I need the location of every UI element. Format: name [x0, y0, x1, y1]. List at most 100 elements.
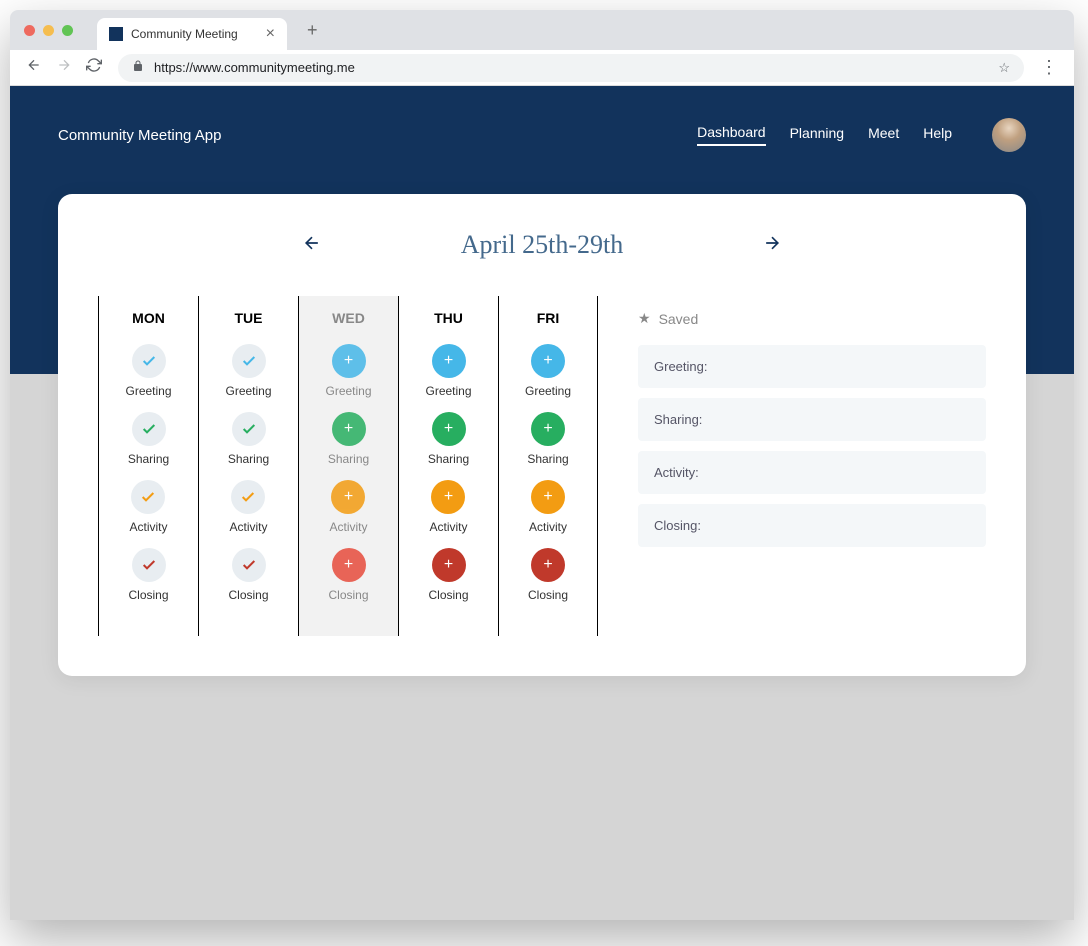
add-icon[interactable]: + — [331, 480, 365, 514]
browser-window: Community Meeting × + https://www.commun… — [10, 10, 1074, 920]
day-column-tue: TUEGreetingSharingActivityClosing — [198, 296, 298, 636]
check-icon[interactable] — [232, 412, 266, 446]
slot-greeting: + Greeting — [525, 344, 571, 398]
slot-greeting: Greeting — [225, 344, 271, 398]
nav-item-meet[interactable]: Meet — [868, 125, 899, 145]
add-icon[interactable]: + — [431, 480, 465, 514]
favicon-icon — [109, 27, 123, 41]
slot-greeting: + Greeting — [425, 344, 471, 398]
slot-label: Sharing — [527, 452, 568, 466]
slot-label: Sharing — [428, 452, 469, 466]
slot-activity: + Activity — [529, 480, 567, 534]
check-icon[interactable] — [131, 480, 165, 514]
slot-sharing: Sharing — [128, 412, 169, 466]
slot-label: Activity — [129, 520, 167, 534]
nav-item-planning[interactable]: Planning — [790, 125, 845, 145]
check-icon[interactable] — [231, 480, 265, 514]
browser-menu-icon[interactable]: ⋮ — [1040, 57, 1058, 78]
prev-week-icon[interactable] — [302, 233, 322, 258]
tab-title: Community Meeting — [131, 27, 238, 41]
add-icon[interactable]: + — [531, 548, 565, 582]
add-icon[interactable]: + — [432, 412, 466, 446]
slot-greeting: Greeting — [125, 344, 171, 398]
nav-item-help[interactable]: Help — [923, 125, 952, 145]
add-icon[interactable]: + — [531, 412, 565, 446]
check-icon[interactable] — [232, 548, 266, 582]
day-column-wed: WED+Greeting+Sharing+Activity+Closing — [298, 296, 398, 636]
slot-label: Closing — [128, 588, 168, 602]
app-title: Community Meeting App — [58, 127, 221, 144]
forward-icon[interactable] — [56, 57, 72, 78]
browser-toolbar: https://www.communitymeeting.me ☆ ⋮ — [10, 50, 1074, 86]
add-icon[interactable]: + — [332, 548, 366, 582]
day-column-fri: FRI + Greeting + Sharing + Activity + Closing — [498, 296, 598, 636]
saved-item[interactable]: Activity: — [638, 451, 986, 494]
check-icon[interactable] — [132, 548, 166, 582]
day-column-thu: THU + Greeting + Sharing + Activity + Closing — [398, 296, 498, 636]
slot-sharing: Sharing — [228, 412, 269, 466]
saved-header: ★ Saved — [638, 310, 986, 327]
app-header: Community Meeting App Dashboard Planning M… — [58, 118, 1026, 152]
app-content: Community Meeting App Dashboard Planning M… — [10, 86, 1074, 920]
slot-activity: + Activity — [429, 480, 467, 534]
slot-label: Activity — [229, 520, 267, 534]
check-icon[interactable] — [132, 412, 166, 446]
back-icon[interactable] — [26, 57, 42, 78]
slot-label: Closing — [528, 588, 568, 602]
nav-item-dashboard[interactable]: Dashboard — [697, 124, 766, 146]
day-label: FRI — [537, 310, 560, 326]
slot-label: Closing — [328, 588, 368, 602]
week-card: April 25th-29th MON Greeting Sharing Activi… — [58, 194, 1026, 676]
slot-closing: Closing — [228, 548, 268, 602]
browser-tabstrip: Community Meeting × + — [10, 10, 1074, 50]
url-text: https://www.communitymeeting.me — [154, 60, 988, 75]
maximize-window-icon[interactable] — [62, 25, 73, 36]
slot-closing: + Closing — [328, 548, 368, 602]
slot-closing: + Closing — [428, 548, 468, 602]
next-week-icon[interactable] — [762, 233, 782, 258]
window-controls — [24, 25, 73, 36]
day-label: THU — [434, 310, 463, 326]
slot-activity: Activity — [229, 480, 267, 534]
day-label: MON — [132, 310, 165, 326]
add-icon[interactable]: + — [432, 548, 466, 582]
slot-closing: + Closing — [528, 548, 568, 602]
slot-activity: + Activity — [329, 480, 367, 534]
new-tab-icon[interactable]: + — [307, 20, 318, 41]
bookmark-star-icon[interactable]: ☆ — [998, 60, 1010, 76]
saved-panel: ★ Saved Greeting: Sharing: Activity: Closin… — [638, 296, 986, 636]
close-tab-icon[interactable]: × — [266, 25, 275, 43]
add-icon[interactable]: + — [432, 344, 466, 378]
minimize-window-icon[interactable] — [43, 25, 54, 36]
add-icon[interactable]: + — [332, 412, 366, 446]
close-window-icon[interactable] — [24, 25, 35, 36]
browser-tab[interactable]: Community Meeting × — [97, 18, 287, 50]
slot-label: Activity — [429, 520, 467, 534]
saved-item[interactable]: Greeting: — [638, 345, 986, 388]
slot-greeting: + Greeting — [325, 344, 371, 398]
add-icon[interactable]: + — [531, 344, 565, 378]
check-icon[interactable] — [132, 344, 166, 378]
reload-icon[interactable] — [86, 57, 102, 78]
slot-label: Greeting — [425, 384, 471, 398]
slot-label: Sharing — [128, 452, 169, 466]
slot-label: Greeting — [225, 384, 271, 398]
slot-label: Greeting — [525, 384, 571, 398]
address-bar[interactable]: https://www.communitymeeting.me ☆ — [118, 54, 1024, 82]
slot-activity: Activity — [129, 480, 167, 534]
slot-label: Greeting — [325, 384, 371, 398]
saved-label: Saved — [659, 311, 699, 327]
slot-label: Activity — [529, 520, 567, 534]
slot-label: Closing — [228, 588, 268, 602]
avatar[interactable] — [992, 118, 1026, 152]
add-icon[interactable]: + — [332, 344, 366, 378]
lock-icon — [132, 60, 144, 75]
saved-item[interactable]: Sharing: — [638, 398, 986, 441]
day-column-mon: MON Greeting Sharing Activity Closing — [98, 296, 198, 636]
check-icon[interactable] — [232, 344, 266, 378]
slot-label: Activity — [329, 520, 367, 534]
slot-label: Closing — [428, 588, 468, 602]
week-navigator: April 25th-29th — [302, 230, 782, 260]
saved-item[interactable]: Closing: — [638, 504, 986, 547]
add-icon[interactable]: + — [531, 480, 565, 514]
